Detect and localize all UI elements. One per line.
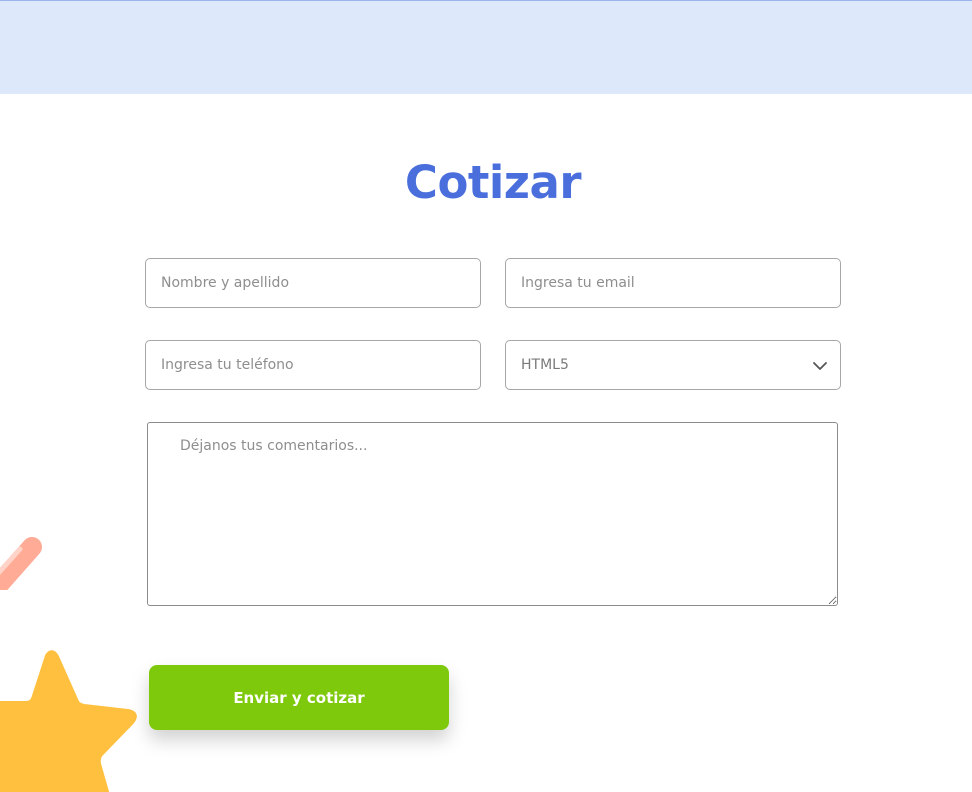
header-band <box>0 0 972 94</box>
pencil-icon <box>0 537 42 590</box>
comments-textarea[interactable] <box>147 422 838 606</box>
service-select[interactable]: HTML5 <box>505 340 841 390</box>
phone-input[interactable] <box>145 340 481 390</box>
submit-quote-button[interactable]: Enviar y cotizar <box>149 665 449 730</box>
page: Cotizar HTML5 Enviar y cotizar <box>0 0 972 792</box>
email-input[interactable] <box>505 258 841 308</box>
name-input[interactable] <box>145 258 481 308</box>
star-icon <box>0 650 137 792</box>
chevron-down-icon <box>813 362 827 370</box>
service-select-value: HTML5 <box>521 357 569 373</box>
section-title: Cotizar <box>404 156 582 209</box>
